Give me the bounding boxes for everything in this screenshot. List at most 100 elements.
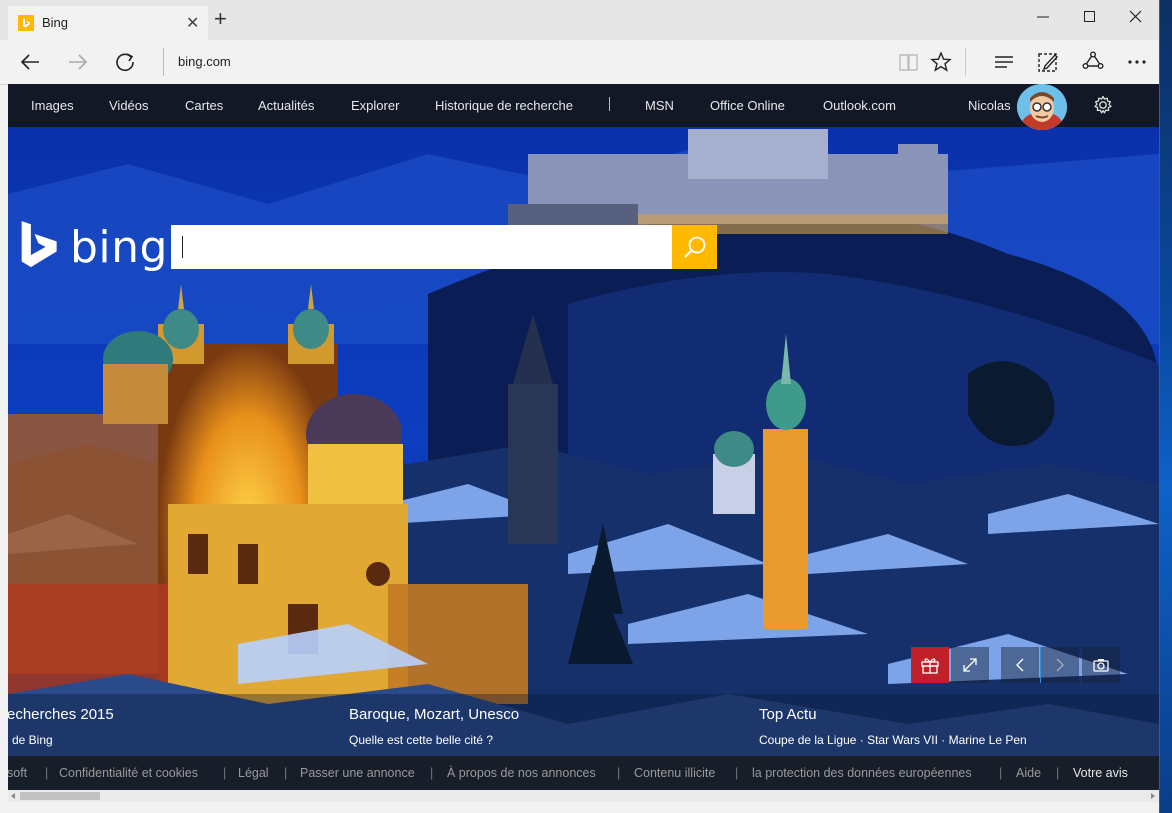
nav-images[interactable]: Images (31, 98, 74, 113)
maximize-button[interactable] (1083, 10, 1097, 29)
footer-link-data-protection[interactable]: la protection des données européennes (752, 766, 972, 780)
nav-office-online[interactable]: Office Online (710, 98, 785, 113)
background-photo (8, 84, 1159, 790)
info-sub-year-review[interactable]: de Bing (12, 733, 53, 747)
nav-news[interactable]: Actualités (258, 98, 314, 113)
horizontal-scrollbar[interactable] (8, 790, 1159, 802)
chevron-right-icon (1056, 658, 1064, 672)
info-title-image[interactable]: Baroque, Mozart, Unesco (349, 706, 519, 723)
browser-chrome: Bing ✕ + bing.com Images Vidéos Cartes A… (0, 0, 1160, 813)
web-note-icon (1038, 53, 1058, 72)
search-icon (683, 236, 705, 258)
back-arrow-icon (20, 54, 39, 70)
footer-link-help[interactable]: Aide (1016, 766, 1041, 780)
footer-separator: | (1056, 766, 1060, 780)
favorite-button[interactable] (929, 50, 953, 74)
more-button[interactable] (1125, 50, 1149, 74)
fullscreen-button[interactable] (951, 647, 989, 683)
previous-image-button[interactable] (1001, 647, 1039, 683)
new-tab-button[interactable]: + (214, 8, 227, 30)
footer-separator: | (999, 766, 1003, 780)
footer-links: soft | Confidentialité et cookies | Léga… (8, 756, 1159, 790)
scroll-right-arrow-icon[interactable] (1149, 792, 1157, 800)
settings-button[interactable] (1093, 95, 1113, 120)
footer-link-about-ads[interactable]: À propos de nos annonces (447, 766, 596, 780)
footer-link-legal[interactable]: Légal (238, 766, 269, 780)
search-button[interactable] (672, 225, 717, 269)
address-bar[interactable]: bing.com (178, 54, 231, 69)
footer-link-microsoft[interactable]: soft (8, 766, 27, 780)
search-input[interactable] (171, 225, 672, 269)
gift-icon (921, 658, 939, 674)
browser-window: Bing ✕ + bing.com Images Vidéos Cartes A… (0, 0, 1172, 813)
hotspot-bar: echerches 2015 de Bing Baroque, Mozart, … (8, 694, 1159, 756)
maximize-icon (1084, 11, 1095, 22)
back-button[interactable] (18, 50, 42, 74)
scroll-left-arrow-icon[interactable] (9, 792, 17, 800)
nav-videos[interactable]: Vidéos (109, 98, 149, 113)
nav-divider (609, 97, 610, 111)
avatar[interactable] (1017, 84, 1067, 130)
scrollbar-thumb[interactable] (20, 792, 100, 800)
refresh-button[interactable] (113, 50, 137, 74)
footer-separator: | (223, 766, 227, 780)
gift-button[interactable] (911, 647, 949, 683)
close-icon (1129, 10, 1142, 23)
footer-link-feedback[interactable]: Votre avis (1073, 766, 1128, 780)
minimize-icon (1037, 16, 1049, 18)
info-sub-image[interactable]: Quelle est cette belle cité ? (349, 733, 493, 747)
footer-separator: | (735, 766, 739, 780)
address-divider (163, 48, 164, 76)
window-bottom-border (0, 802, 1159, 813)
nav-outlook[interactable]: Outlook.com (823, 98, 896, 113)
hub-icon (995, 56, 1013, 68)
share-button[interactable] (1081, 50, 1105, 74)
forward-arrow-icon (69, 54, 88, 70)
info-title-year-review[interactable]: echerches 2015 (8, 706, 114, 723)
image-info-button[interactable] (1082, 647, 1120, 683)
text-caret (182, 236, 183, 258)
tab-close-icon[interactable]: ✕ (186, 13, 199, 33)
footer-separator: | (284, 766, 288, 780)
nav-maps[interactable]: Cartes (185, 98, 223, 113)
footer-link-illegal-content[interactable]: Contenu illicite (634, 766, 715, 780)
gear-icon (1094, 95, 1112, 114)
user-avatar-icon (1017, 84, 1067, 130)
footer-link-privacy[interactable]: Confidentialité et cookies (59, 766, 198, 780)
bing-logo-text: bing (70, 222, 168, 273)
navigation-bar: bing.com (0, 40, 1159, 85)
book-icon (899, 54, 918, 71)
chevron-left-icon (1016, 658, 1024, 672)
web-note-button[interactable] (1036, 50, 1060, 74)
tab-bar: Bing ✕ + (0, 0, 1159, 40)
tab-bing[interactable]: Bing ✕ (8, 6, 208, 40)
next-image-button[interactable] (1040, 647, 1079, 683)
toolbar-divider (965, 48, 966, 76)
user-name[interactable]: Nicolas (968, 98, 1011, 113)
close-button[interactable] (1129, 10, 1143, 29)
footer-separator: | (430, 766, 434, 780)
star-icon (930, 51, 952, 72)
bing-top-nav: Images Vidéos Cartes Actualités Explorer… (8, 84, 1159, 130)
bing-page: Images Vidéos Cartes Actualités Explorer… (8, 84, 1159, 790)
hub-button[interactable] (992, 50, 1016, 74)
tab-title: Bing (42, 15, 69, 30)
info-title-top-news[interactable]: Top Actu (759, 706, 817, 723)
nav-explore[interactable]: Explorer (351, 98, 399, 113)
refresh-icon (116, 53, 134, 72)
info-sub-top-news[interactable]: Coupe de la Ligue · Star Wars VII · Mari… (759, 733, 1027, 747)
footer-separator: | (45, 766, 49, 780)
footer-separator: | (617, 766, 621, 780)
footer-link-advertise[interactable]: Passer une annonce (300, 766, 415, 780)
share-icon (1082, 51, 1104, 69)
nav-search-history[interactable]: Historique de recherche (435, 98, 573, 113)
forward-button[interactable] (66, 50, 90, 74)
bing-favicon-icon (18, 15, 34, 31)
reading-view-button[interactable] (897, 50, 921, 74)
minimize-button[interactable] (1036, 10, 1050, 29)
expand-icon (963, 658, 977, 672)
more-dots-icon (1128, 60, 1146, 64)
nav-msn[interactable]: MSN (645, 98, 674, 113)
camera-icon (1093, 659, 1109, 672)
bing-logo-icon (21, 221, 57, 268)
